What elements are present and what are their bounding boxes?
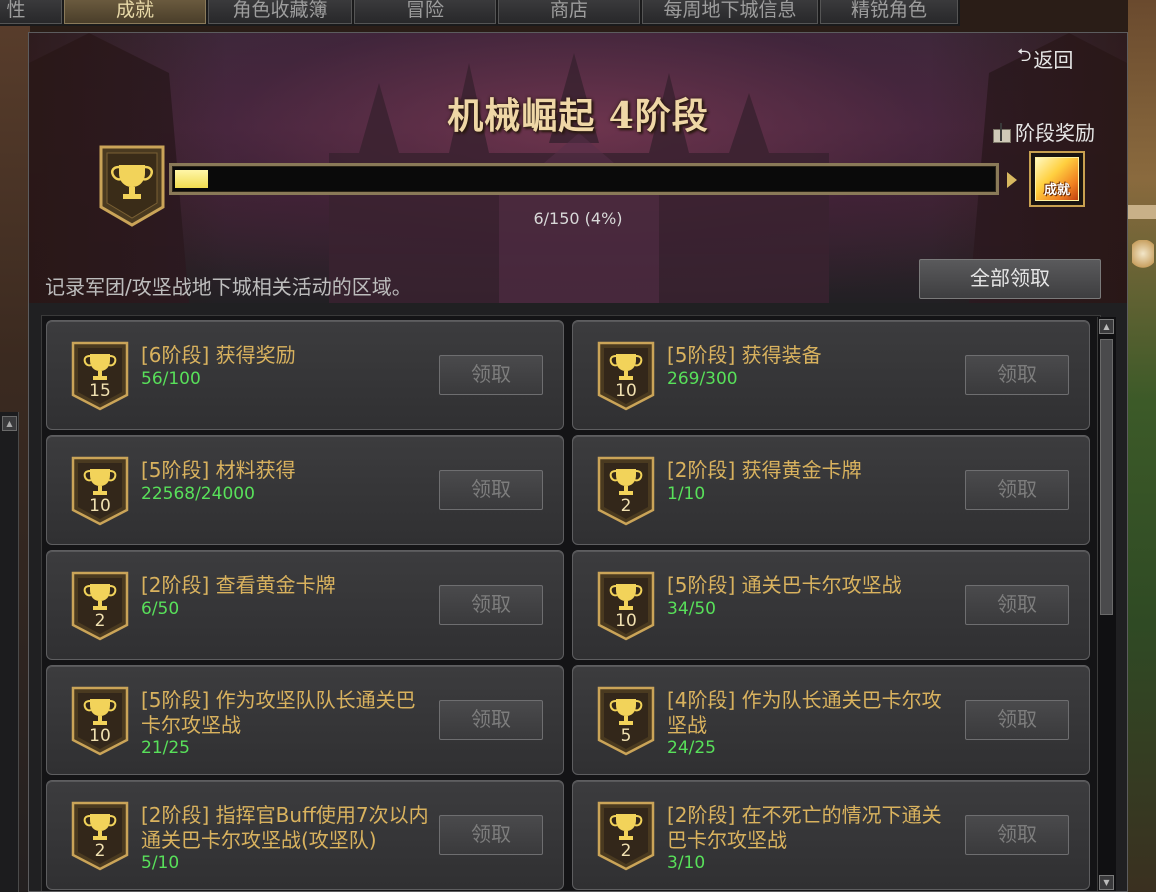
stage-reward-text: 阶段奖励 <box>1015 121 1095 145</box>
achievement-title: [2阶段] 查看黄金卡牌 <box>141 573 336 597</box>
achievement-points: 10 <box>89 496 111 516</box>
stage-progress-fill <box>175 170 208 188</box>
achievement-points: 2 <box>620 841 632 861</box>
achievement-list: 15 [6阶段] 获得奖励 56/100 领取 10 [5阶段] 获得装备 26… <box>41 315 1101 891</box>
tab-partial[interactable]: 性 <box>0 0 62 24</box>
achievement-points: 2 <box>620 496 632 516</box>
gift-icon <box>991 122 1011 143</box>
claim-button[interactable]: 领取 <box>965 815 1069 855</box>
achievement-title: [5阶段] 材料获得 <box>141 458 296 482</box>
achievement-card: 2 [2阶段] 查看黄金卡牌 6/50 领取 <box>46 550 564 660</box>
achievement-points: 10 <box>89 726 111 746</box>
tab-bar: 性 成就 角色收藏簿 冒险 商店 每周地下城信息 精锐角色 <box>0 0 960 26</box>
category-description: 记录军团/攻坚战地下城相关活动的区域。 <box>45 275 412 299</box>
stage-progress-text: 6/150 (4%) <box>533 209 623 228</box>
achievement-title: [2阶段] 指挥官Buff使用7次以内通关巴卡尔攻坚战(攻坚队) <box>141 803 429 852</box>
trophy-icon: 10 <box>597 571 655 641</box>
claim-button[interactable]: 领取 <box>965 355 1069 395</box>
tab-shop[interactable]: 商店 <box>498 0 640 24</box>
background-right-edge <box>1128 0 1156 892</box>
trophy-icon: 10 <box>71 686 129 756</box>
scroll-down-button[interactable]: ▼ <box>1099 875 1114 890</box>
claim-button[interactable]: 领取 <box>439 355 543 395</box>
achievement-progress: 1/10 <box>667 484 706 504</box>
left-side-panel: ▲ <box>0 412 19 892</box>
claim-button[interactable]: 领取 <box>439 470 543 510</box>
tab-achievements[interactable]: 成就 <box>64 0 206 24</box>
achievement-points: 5 <box>620 726 632 746</box>
achievement-points: 10 <box>615 611 637 631</box>
achievement-points: 2 <box>94 841 106 861</box>
trophy-icon: 2 <box>71 801 129 871</box>
achievement-title: [5阶段] 获得装备 <box>667 343 822 367</box>
claim-button[interactable]: 领取 <box>965 700 1069 740</box>
achievement-title: [4阶段] 作为队长通关巴卡尔攻坚战 <box>667 688 942 737</box>
tab-elite-characters[interactable]: 精锐角色 <box>820 0 958 24</box>
stage-reward-label: 阶段奖励 <box>991 117 1095 146</box>
achievement-progress: 22568/24000 <box>141 484 255 504</box>
scroll-up-icon[interactable]: ▲ <box>2 416 17 431</box>
back-arrow-icon: ⮌ <box>1017 45 1032 66</box>
trophy-icon: 10 <box>597 341 655 411</box>
achievement-card: 10 [5阶段] 作为攻坚队队长通关巴卡尔攻坚战 21/25 领取 <box>46 665 564 775</box>
achievement-progress: 5/10 <box>141 853 180 873</box>
claim-all-button[interactable]: 全部领取 <box>919 259 1101 299</box>
stage-reward-icon[interactable]: 成就 <box>1029 151 1085 207</box>
stage-progress-bar <box>169 163 999 195</box>
tab-character-collection[interactable]: 角色收藏簿 <box>208 0 352 24</box>
achievement-card: 10 [5阶段] 通关巴卡尔攻坚战 34/50 领取 <box>572 550 1090 660</box>
claim-button[interactable]: 领取 <box>439 815 543 855</box>
progress-arrow-icon <box>1007 172 1017 188</box>
claim-button[interactable]: 领取 <box>439 585 543 625</box>
achievement-card: 2 [2阶段] 指挥官Buff使用7次以内通关巴卡尔攻坚战(攻坚队) 5/10 … <box>46 780 564 890</box>
achievement-title: [2阶段] 获得黄金卡牌 <box>667 458 862 482</box>
achievement-progress: 34/50 <box>667 599 716 619</box>
background-bar <box>1128 205 1156 219</box>
trophy-icon: 5 <box>597 686 655 756</box>
achievement-progress: 21/25 <box>141 738 190 758</box>
tab-adventure[interactable]: 冒险 <box>354 0 496 24</box>
achievement-panel: ⮌ 返回 机械崛起 4阶段 阶段奖励 成就 6/150 (4%) 记录军团/攻坚… <box>28 32 1128 892</box>
tab-weekly-dungeon-info[interactable]: 每周地下城信息 <box>642 0 818 24</box>
trophy-icon: 15 <box>71 341 129 411</box>
trophy-icon: 10 <box>71 456 129 526</box>
claim-button[interactable]: 领取 <box>965 470 1069 510</box>
achievement-points: 15 <box>89 381 111 401</box>
reward-icon-label: 成就 <box>1035 157 1079 201</box>
achievement-progress: 6/50 <box>141 599 180 619</box>
character-sprite <box>1132 240 1154 274</box>
achievement-progress: 3/10 <box>667 853 706 873</box>
achievement-points: 10 <box>615 381 637 401</box>
achievement-card: 10 [5阶段] 材料获得 22568/24000 领取 <box>46 435 564 545</box>
achievement-card: 10 [5阶段] 获得装备 269/300 领取 <box>572 320 1090 430</box>
achievement-title: [6阶段] 获得奖励 <box>141 343 296 367</box>
list-scrollbar[interactable]: ▲ ▼ <box>1097 317 1116 891</box>
trophy-icon: 2 <box>71 571 129 641</box>
achievement-card: 5 [4阶段] 作为队长通关巴卡尔攻坚战 24/25 领取 <box>572 665 1090 775</box>
back-button[interactable]: ⮌ 返回 <box>1017 43 1073 73</box>
achievement-card: 2 [2阶段] 获得黄金卡牌 1/10 领取 <box>572 435 1090 545</box>
achievement-title: [5阶段] 通关巴卡尔攻坚战 <box>667 573 902 597</box>
achievement-points: 2 <box>94 611 106 631</box>
scroll-up-button[interactable]: ▲ <box>1099 319 1114 334</box>
page-title: 机械崛起 4阶段 <box>447 95 709 137</box>
back-label: 返回 <box>1033 47 1074 72</box>
achievement-card: 15 [6阶段] 获得奖励 56/100 领取 <box>46 320 564 430</box>
claim-button[interactable]: 领取 <box>439 700 543 740</box>
achievement-progress: 269/300 <box>667 369 738 389</box>
achievement-title: [2阶段] 在不死亡的情况下通关巴卡尔攻坚战 <box>667 803 942 852</box>
scroll-thumb[interactable] <box>1100 339 1113 615</box>
achievement-progress: 24/25 <box>667 738 716 758</box>
achievement-title: [5阶段] 作为攻坚队队长通关巴卡尔攻坚战 <box>141 688 416 737</box>
trophy-icon: 2 <box>597 456 655 526</box>
trophy-icon: 2 <box>597 801 655 871</box>
achievement-card: 2 [2阶段] 在不死亡的情况下通关巴卡尔攻坚战 3/10 领取 <box>572 780 1090 890</box>
achievement-progress: 56/100 <box>141 369 201 389</box>
claim-button[interactable]: 领取 <box>965 585 1069 625</box>
